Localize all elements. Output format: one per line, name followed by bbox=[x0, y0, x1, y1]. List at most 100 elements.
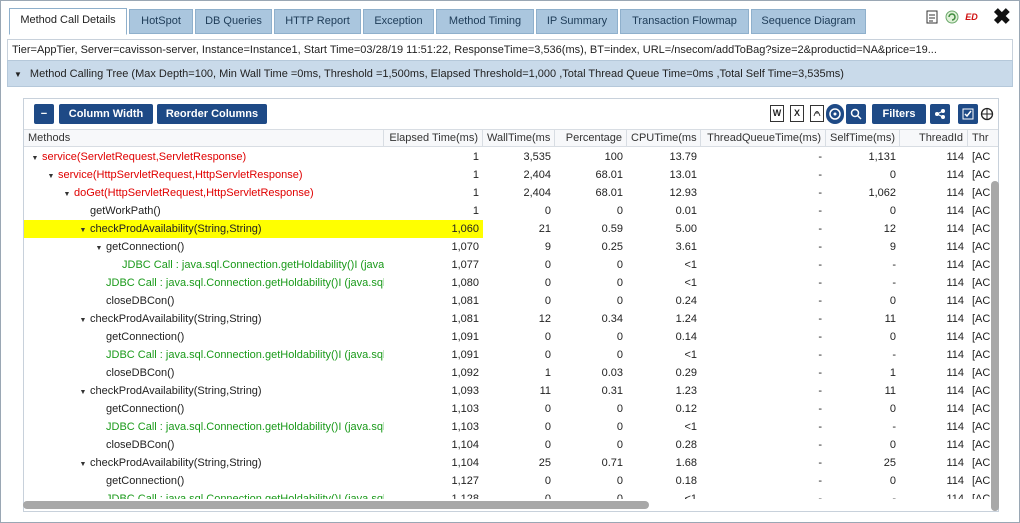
expand-toggle-icon[interactable]: ▼ bbox=[76, 312, 90, 328]
ed-icon[interactable]: ED bbox=[965, 10, 979, 24]
expand-toggle-icon[interactable]: ▼ bbox=[76, 222, 90, 238]
cell-method[interactable]: ▼ service(ServletRequest,ServletResponse) bbox=[24, 148, 384, 166]
table-row[interactable]: getConnection() 1,127 0 0 0.18-0 114 [AC bbox=[24, 472, 998, 490]
table-row[interactable]: ▼ service(ServletRequest,ServletResponse)… bbox=[24, 148, 998, 166]
table-row[interactable]: getWorkPath() 1 0 0 0.01-0 114 [AC bbox=[24, 202, 998, 220]
tab-method-call-details[interactable]: Method Call Details bbox=[9, 8, 127, 35]
cell-method[interactable]: ▼ getConnection() bbox=[24, 238, 384, 256]
table-row[interactable]: closeDBCon() 1,092 1 0.03 0.29-1 114 [AC bbox=[24, 364, 998, 382]
cell-method[interactable]: JDBC Call : java.sql.Connection.getHolda… bbox=[24, 256, 384, 274]
refresh-badge-icon[interactable] bbox=[945, 10, 959, 24]
cell-cputime: 5.00 bbox=[675, 223, 697, 235]
table-row[interactable]: ▼ checkProdAvailability(String,String) 1,0… bbox=[24, 310, 998, 328]
tab-hotspot[interactable]: HotSpot bbox=[129, 9, 193, 34]
col-header-elapsed[interactable]: Elapsed Time(ms) bbox=[384, 130, 483, 147]
col-header-threadid[interactable]: ThreadId bbox=[900, 130, 968, 147]
tab-sequence-diagram[interactable]: Sequence Diagram bbox=[751, 9, 866, 34]
col-header-threadqueue[interactable]: ThreadQueueTime(ms) bbox=[701, 130, 826, 147]
col-header-thr[interactable]: Thr bbox=[968, 130, 998, 147]
word-export-icon[interactable]: W bbox=[770, 105, 784, 122]
cell-method[interactable]: getConnection() bbox=[24, 400, 384, 418]
tab-http-report[interactable]: HTTP Report bbox=[274, 9, 361, 34]
cell-method[interactable]: ▼ checkProdAvailability(String,String) bbox=[24, 454, 384, 472]
method-name: checkProdAvailability(String,String) bbox=[90, 385, 262, 397]
table-row[interactable]: closeDBCon() 1,104 0 0 0.28-0 114 [AC bbox=[24, 436, 998, 454]
tab-db-queries[interactable]: DB Queries bbox=[195, 9, 272, 34]
table-row[interactable]: getConnection() 1,091 0 0 0.14-0 114 [AC bbox=[24, 328, 998, 346]
cell-method[interactable]: getConnection() bbox=[24, 328, 384, 346]
cell-method[interactable]: ▼ checkProdAvailability(String,String) bbox=[24, 310, 384, 328]
expand-toggle-icon[interactable]: ▼ bbox=[44, 168, 58, 184]
document-export-icon[interactable] bbox=[925, 10, 939, 24]
tab-exception[interactable]: Exception bbox=[363, 9, 434, 34]
cell-method[interactable]: closeDBCon() bbox=[24, 292, 384, 310]
checklist-icon[interactable] bbox=[958, 104, 978, 124]
cell-method[interactable]: JDBC Call : java.sql.Connection.getHolda… bbox=[24, 274, 384, 292]
expand-toggle-icon[interactable]: ▼ bbox=[76, 384, 90, 400]
col-header-cputime[interactable]: CPUTime(ms bbox=[627, 130, 701, 147]
zoom-search-icon[interactable] bbox=[846, 104, 866, 124]
table-row[interactable]: JDBC Call : java.sql.Connection.getHolda… bbox=[24, 490, 998, 499]
vertical-scrollbar-thumb[interactable] bbox=[991, 181, 999, 511]
cell-method[interactable]: JDBC Call : java.sql.Connection.getHolda… bbox=[24, 346, 384, 364]
table-row[interactable]: JDBC Call : java.sql.Connection.getHolda… bbox=[24, 274, 998, 292]
cell-selftime: 1 bbox=[889, 367, 896, 379]
table-row[interactable]: ▼ checkProdAvailability(String,String) 1,1… bbox=[24, 454, 998, 472]
cell-method[interactable]: closeDBCon() bbox=[24, 436, 384, 454]
cell-walltime: 0 bbox=[544, 493, 551, 499]
cell-method[interactable]: ▼ checkProdAvailability(String,String) bbox=[24, 382, 384, 400]
cell-cputime: 12.93 bbox=[669, 187, 697, 199]
cell-threadqueue: - bbox=[818, 439, 822, 451]
cell-method[interactable]: ▼ service(HttpServletRequest,HttpServletR… bbox=[24, 166, 384, 184]
cell-selftime: 1,131 bbox=[868, 151, 896, 163]
collapse-all-button[interactable]: − bbox=[34, 104, 54, 124]
cell-selftime: 0 bbox=[889, 439, 896, 451]
cell-threadid: 114 bbox=[946, 151, 964, 163]
table-row[interactable]: getConnection() 1,103 0 0 0.12-0 114 [AC bbox=[24, 400, 998, 418]
cell-cputime: 0.24 bbox=[675, 295, 697, 307]
tab-method-timing[interactable]: Method Timing bbox=[436, 9, 534, 34]
table-row[interactable]: JDBC Call : java.sql.Connection.getHolda… bbox=[24, 256, 998, 274]
cell-method[interactable]: getConnection() bbox=[24, 472, 384, 490]
cell-method[interactable]: JDBC Call : java.sql.Connection.getHolda… bbox=[24, 418, 384, 436]
cell-method[interactable]: getWorkPath() bbox=[24, 202, 384, 220]
collapse-caret-icon[interactable]: ▼ bbox=[14, 62, 22, 86]
horizontal-scrollbar-thumb[interactable] bbox=[23, 501, 649, 509]
cell-elapsed: 1,070 bbox=[451, 241, 479, 253]
move-arrows-icon[interactable] bbox=[980, 106, 994, 122]
close-icon[interactable]: ✖ bbox=[993, 6, 1011, 28]
cell-threadqueue: - bbox=[818, 421, 822, 433]
settings-share-icon[interactable] bbox=[930, 104, 950, 124]
col-header-methods[interactable]: Methods bbox=[24, 130, 384, 147]
network-icon[interactable] bbox=[826, 104, 844, 124]
table-row[interactable]: ▼ service(HttpServletRequest,HttpServletR… bbox=[24, 166, 998, 184]
method-calling-tree-header[interactable]: ▼ Method Calling Tree (Max Depth=100, Min… bbox=[7, 60, 1013, 87]
table-row[interactable]: ▼ doGet(HttpServletRequest,HttpServletRes… bbox=[24, 184, 998, 202]
tab-transaction-flowmap[interactable]: Transaction Flowmap bbox=[620, 9, 749, 34]
table-row[interactable]: closeDBCon() 1,081 0 0 0.24-0 114 [AC bbox=[24, 292, 998, 310]
table-row[interactable]: JDBC Call : java.sql.Connection.getHolda… bbox=[24, 346, 998, 364]
column-width-button[interactable]: Column Width bbox=[59, 104, 153, 124]
table-row[interactable]: ▼ checkProdAvailability(String,String) 1,0… bbox=[24, 382, 998, 400]
cell-walltime: 0 bbox=[544, 349, 551, 361]
table-row[interactable]: ▼ getConnection() 1,070 9 0.25 3.61-9 114 [AC bbox=[24, 238, 998, 256]
cell-thr: [AC bbox=[972, 151, 991, 163]
expand-toggle-icon[interactable]: ▼ bbox=[60, 186, 74, 202]
tab-ip-summary[interactable]: IP Summary bbox=[536, 9, 618, 34]
excel-export-icon[interactable]: X bbox=[790, 105, 804, 122]
col-header-walltime[interactable]: WallTime(ms bbox=[483, 130, 555, 147]
cell-method[interactable]: closeDBCon() bbox=[24, 364, 384, 382]
pdf-export-icon[interactable] bbox=[810, 105, 824, 122]
cell-method[interactable]: JDBC Call : java.sql.Connection.getHolda… bbox=[24, 490, 384, 499]
cell-method[interactable]: ▼ doGet(HttpServletRequest,HttpServletRes… bbox=[24, 184, 384, 202]
col-header-selftime[interactable]: SelfTime(ms) bbox=[826, 130, 900, 147]
reorder-columns-button[interactable]: Reorder Columns bbox=[157, 104, 267, 124]
cell-method[interactable]: ▼ checkProdAvailability(String,String) bbox=[24, 220, 384, 238]
expand-toggle-icon[interactable]: ▼ bbox=[76, 456, 90, 472]
table-row[interactable]: ▼ checkProdAvailability(String,String) 1,0… bbox=[24, 220, 998, 238]
table-row[interactable]: JDBC Call : java.sql.Connection.getHolda… bbox=[24, 418, 998, 436]
filters-button[interactable]: Filters bbox=[872, 104, 926, 124]
col-header-percentage[interactable]: Percentage bbox=[555, 130, 627, 147]
expand-toggle-icon[interactable]: ▼ bbox=[92, 240, 106, 256]
expand-toggle-icon[interactable]: ▼ bbox=[28, 150, 42, 166]
